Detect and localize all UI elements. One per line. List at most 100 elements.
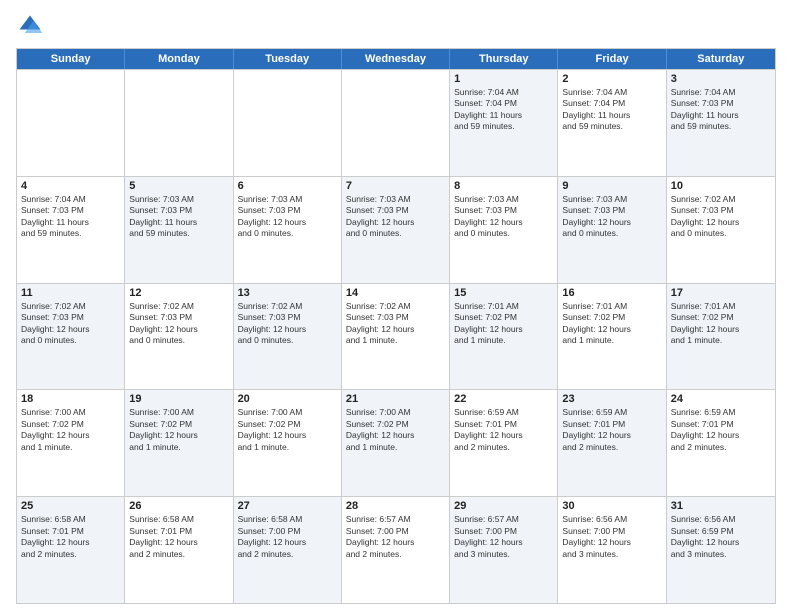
day-cell-19: 19 Sunrise: 7:00 AM Sunset: 7:02 PM Dayli… bbox=[125, 390, 233, 496]
day-info: Sunrise: 6:57 AM Sunset: 7:00 PM Dayligh… bbox=[454, 514, 553, 560]
day-number: 23 bbox=[562, 393, 661, 405]
day-info: Sunrise: 7:03 AM Sunset: 7:03 PM Dayligh… bbox=[346, 194, 445, 240]
day-info: Sunrise: 7:01 AM Sunset: 7:02 PM Dayligh… bbox=[671, 301, 771, 347]
header-day-friday: Friday bbox=[558, 49, 666, 69]
day-number: 27 bbox=[238, 500, 337, 512]
day-cell-25: 25 Sunrise: 6:58 AM Sunset: 7:01 PM Dayli… bbox=[17, 497, 125, 603]
day-info: Sunrise: 7:01 AM Sunset: 7:02 PM Dayligh… bbox=[562, 301, 661, 347]
day-cell-27: 27 Sunrise: 6:58 AM Sunset: 7:00 PM Dayli… bbox=[234, 497, 342, 603]
header-day-tuesday: Tuesday bbox=[234, 49, 342, 69]
day-number: 7 bbox=[346, 180, 445, 192]
day-cell-5: 5 Sunrise: 7:03 AM Sunset: 7:03 PM Daylig… bbox=[125, 177, 233, 283]
day-info: Sunrise: 7:02 AM Sunset: 7:03 PM Dayligh… bbox=[21, 301, 120, 347]
day-info: Sunrise: 7:00 AM Sunset: 7:02 PM Dayligh… bbox=[238, 407, 337, 453]
day-info: Sunrise: 7:03 AM Sunset: 7:03 PM Dayligh… bbox=[454, 194, 553, 240]
logo bbox=[16, 12, 48, 40]
day-info: Sunrise: 7:03 AM Sunset: 7:03 PM Dayligh… bbox=[238, 194, 337, 240]
header-day-wednesday: Wednesday bbox=[342, 49, 450, 69]
day-info: Sunrise: 7:03 AM Sunset: 7:03 PM Dayligh… bbox=[129, 194, 228, 240]
day-info: Sunrise: 7:04 AM Sunset: 7:04 PM Dayligh… bbox=[562, 87, 661, 133]
calendar-body: 1 Sunrise: 7:04 AM Sunset: 7:04 PM Daylig… bbox=[17, 69, 775, 603]
day-cell-4: 4Sunrise: 7:04 AM Sunset: 7:03 PM Daylig… bbox=[17, 177, 125, 283]
calendar-header: SundayMondayTuesdayWednesdayThursdayFrid… bbox=[17, 49, 775, 69]
day-info: Sunrise: 7:03 AM Sunset: 7:03 PM Dayligh… bbox=[562, 194, 661, 240]
day-info: Sunrise: 6:56 AM Sunset: 6:59 PM Dayligh… bbox=[671, 514, 771, 560]
day-cell-7: 7 Sunrise: 7:03 AM Sunset: 7:03 PM Daylig… bbox=[342, 177, 450, 283]
day-cell-6: 6 Sunrise: 7:03 AM Sunset: 7:03 PM Daylig… bbox=[234, 177, 342, 283]
empty-cell-0-1 bbox=[125, 70, 233, 176]
day-number: 6 bbox=[238, 180, 337, 192]
day-cell-20: 20 Sunrise: 7:00 AM Sunset: 7:02 PM Dayli… bbox=[234, 390, 342, 496]
day-info: Sunrise: 7:02 AM Sunset: 7:03 PM Dayligh… bbox=[671, 194, 771, 240]
day-info: Sunrise: 7:02 AM Sunset: 7:03 PM Dayligh… bbox=[238, 301, 337, 347]
day-number: 9 bbox=[562, 180, 661, 192]
day-number: 20 bbox=[238, 393, 337, 405]
day-cell-2: 2 Sunrise: 7:04 AM Sunset: 7:04 PM Daylig… bbox=[558, 70, 666, 176]
day-cell-18: 18Sunrise: 7:00 AM Sunset: 7:02 PM Dayli… bbox=[17, 390, 125, 496]
day-number: 24 bbox=[671, 393, 771, 405]
day-number: 12 bbox=[129, 287, 228, 299]
day-cell-13: 13 Sunrise: 7:02 AM Sunset: 7:03 PM Dayli… bbox=[234, 284, 342, 390]
day-number: 13 bbox=[238, 287, 337, 299]
day-number: 21 bbox=[346, 393, 445, 405]
day-cell-17: 17Sunrise: 7:01 AM Sunset: 7:02 PM Dayli… bbox=[667, 284, 775, 390]
day-cell-10: 10 Sunrise: 7:02 AM Sunset: 7:03 PM Dayli… bbox=[667, 177, 775, 283]
day-number: 2 bbox=[562, 73, 661, 85]
day-cell-14: 14 Sunrise: 7:02 AM Sunset: 7:03 PM Dayli… bbox=[342, 284, 450, 390]
day-info: Sunrise: 6:58 AM Sunset: 7:01 PM Dayligh… bbox=[21, 514, 120, 560]
day-cell-28: 28Sunrise: 6:57 AM Sunset: 7:00 PM Dayli… bbox=[342, 497, 450, 603]
day-number: 8 bbox=[454, 180, 553, 192]
day-cell-29: 29Sunrise: 6:57 AM Sunset: 7:00 PM Dayli… bbox=[450, 497, 558, 603]
day-info: Sunrise: 7:04 AM Sunset: 7:03 PM Dayligh… bbox=[671, 87, 771, 133]
day-number: 3 bbox=[671, 73, 771, 85]
header-day-thursday: Thursday bbox=[450, 49, 558, 69]
day-cell-16: 16Sunrise: 7:01 AM Sunset: 7:02 PM Dayli… bbox=[558, 284, 666, 390]
day-info: Sunrise: 7:01 AM Sunset: 7:02 PM Dayligh… bbox=[454, 301, 553, 347]
day-info: Sunrise: 7:04 AM Sunset: 7:04 PM Dayligh… bbox=[454, 87, 553, 133]
header-day-monday: Monday bbox=[125, 49, 233, 69]
empty-cell-0-0 bbox=[17, 70, 125, 176]
day-info: Sunrise: 7:00 AM Sunset: 7:02 PM Dayligh… bbox=[129, 407, 228, 453]
day-number: 25 bbox=[21, 500, 120, 512]
empty-cell-0-3 bbox=[342, 70, 450, 176]
calendar-row-4: 25 Sunrise: 6:58 AM Sunset: 7:01 PM Dayli… bbox=[17, 496, 775, 603]
day-info: Sunrise: 7:02 AM Sunset: 7:03 PM Dayligh… bbox=[346, 301, 445, 347]
day-info: Sunrise: 6:56 AM Sunset: 7:00 PM Dayligh… bbox=[562, 514, 661, 560]
day-info: Sunrise: 6:59 AM Sunset: 7:01 PM Dayligh… bbox=[562, 407, 661, 453]
day-number: 31 bbox=[671, 500, 771, 512]
day-cell-31: 31 Sunrise: 6:56 AM Sunset: 6:59 PM Dayli… bbox=[667, 497, 775, 603]
day-number: 10 bbox=[671, 180, 771, 192]
day-cell-24: 24Sunrise: 6:59 AM Sunset: 7:01 PM Dayli… bbox=[667, 390, 775, 496]
day-number: 30 bbox=[562, 500, 661, 512]
day-number: 15 bbox=[454, 287, 553, 299]
day-number: 22 bbox=[454, 393, 553, 405]
day-number: 14 bbox=[346, 287, 445, 299]
empty-cell-0-2 bbox=[234, 70, 342, 176]
day-info: Sunrise: 6:58 AM Sunset: 7:01 PM Dayligh… bbox=[129, 514, 228, 560]
day-info: Sunrise: 6:57 AM Sunset: 7:00 PM Dayligh… bbox=[346, 514, 445, 560]
day-number: 5 bbox=[129, 180, 228, 192]
calendar-row-0: 1 Sunrise: 7:04 AM Sunset: 7:04 PM Daylig… bbox=[17, 69, 775, 176]
page: SundayMondayTuesdayWednesdayThursdayFrid… bbox=[0, 0, 792, 612]
header-day-saturday: Saturday bbox=[667, 49, 775, 69]
day-cell-9: 9 Sunrise: 7:03 AM Sunset: 7:03 PM Daylig… bbox=[558, 177, 666, 283]
header-day-sunday: Sunday bbox=[17, 49, 125, 69]
day-cell-11: 11 Sunrise: 7:02 AM Sunset: 7:03 PM Dayli… bbox=[17, 284, 125, 390]
day-number: 11 bbox=[21, 287, 120, 299]
calendar-row-1: 4Sunrise: 7:04 AM Sunset: 7:03 PM Daylig… bbox=[17, 176, 775, 283]
day-cell-1: 1 Sunrise: 7:04 AM Sunset: 7:04 PM Daylig… bbox=[450, 70, 558, 176]
day-cell-8: 8 Sunrise: 7:03 AM Sunset: 7:03 PM Daylig… bbox=[450, 177, 558, 283]
logo-icon bbox=[16, 12, 44, 40]
day-cell-23: 23 Sunrise: 6:59 AM Sunset: 7:01 PM Dayli… bbox=[558, 390, 666, 496]
day-number: 19 bbox=[129, 393, 228, 405]
calendar-row-3: 18Sunrise: 7:00 AM Sunset: 7:02 PM Dayli… bbox=[17, 389, 775, 496]
day-cell-30: 30 Sunrise: 6:56 AM Sunset: 7:00 PM Dayli… bbox=[558, 497, 666, 603]
day-number: 1 bbox=[454, 73, 553, 85]
day-info: Sunrise: 7:04 AM Sunset: 7:03 PM Dayligh… bbox=[21, 194, 120, 240]
day-cell-15: 15 Sunrise: 7:01 AM Sunset: 7:02 PM Dayli… bbox=[450, 284, 558, 390]
day-info: Sunrise: 6:58 AM Sunset: 7:00 PM Dayligh… bbox=[238, 514, 337, 560]
day-cell-22: 22Sunrise: 6:59 AM Sunset: 7:01 PM Dayli… bbox=[450, 390, 558, 496]
day-number: 26 bbox=[129, 500, 228, 512]
day-cell-26: 26 Sunrise: 6:58 AM Sunset: 7:01 PM Dayli… bbox=[125, 497, 233, 603]
day-cell-12: 12Sunrise: 7:02 AM Sunset: 7:03 PM Dayli… bbox=[125, 284, 233, 390]
